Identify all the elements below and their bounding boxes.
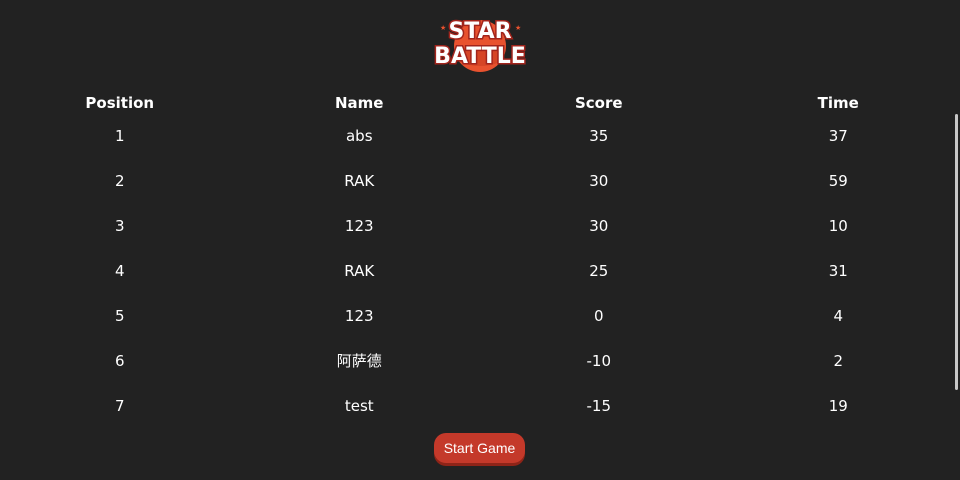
position-cell: 2 [114,171,125,190]
leaderboard-table: Position Name Score Time 1 abs 35 37 2 R… [0,90,958,412]
table-row: 5 123 0 4 [0,293,958,338]
table-row: 2 RAK 30 59 [0,158,958,203]
time-cell: 37 [828,126,848,145]
svg-text:★: ★ [515,24,521,32]
column-header-time: Time [817,94,859,112]
table-row: 3 123 30 10 [0,203,958,248]
table-row: 1 abs 35 37 [0,113,958,158]
name-cell: 123 [344,216,374,235]
score-cell: 0 [593,306,604,325]
position-cell: 7 [114,396,125,413]
column-header-position: Position [85,94,155,112]
star-battle-logo: ★ ★ STAR BATTLE [430,8,530,78]
time-cell: 10 [828,216,848,235]
position-cell: 6 [114,351,125,370]
name-cell: RAK [344,171,375,190]
score-cell: -15 [586,396,612,413]
name-cell: RAK [344,261,375,280]
logo-line1: STAR [448,19,511,44]
name-cell: abs [345,126,373,145]
leaderboard-screen: ★ ★ STAR BATTLE Position Name Score Time… [0,0,960,480]
position-cell: 1 [114,126,125,145]
start-game-button[interactable]: Start Game [434,433,525,463]
score-cell: 25 [589,261,609,280]
score-cell: 30 [589,216,609,235]
table-row: 6 阿萨德 -10 2 [0,338,958,383]
scrollbar-thumb[interactable] [955,114,958,390]
score-cell: 35 [589,126,609,145]
score-cell: -10 [586,351,612,370]
time-cell: 31 [828,261,848,280]
svg-text:★: ★ [440,24,446,32]
position-cell: 3 [114,216,125,235]
column-header-name: Name [335,94,384,112]
logo-line2: BATTLE [434,44,526,69]
time-cell: 19 [828,396,848,413]
time-cell: 59 [828,171,848,190]
name-cell: test [344,396,374,413]
name-cell: 123 [344,306,374,325]
table-row: 7 test -15 19 [0,383,958,413]
position-cell: 5 [114,306,125,325]
column-header-score: Score [574,94,623,112]
time-cell: 4 [833,306,844,325]
time-cell: 2 [833,351,844,370]
leaderboard-scrollbar[interactable] [954,112,960,390]
table-row: 4 RAK 25 31 [0,248,958,293]
score-cell: 30 [589,171,609,190]
position-cell: 4 [114,261,125,280]
name-cell: 阿萨德 [336,352,382,370]
